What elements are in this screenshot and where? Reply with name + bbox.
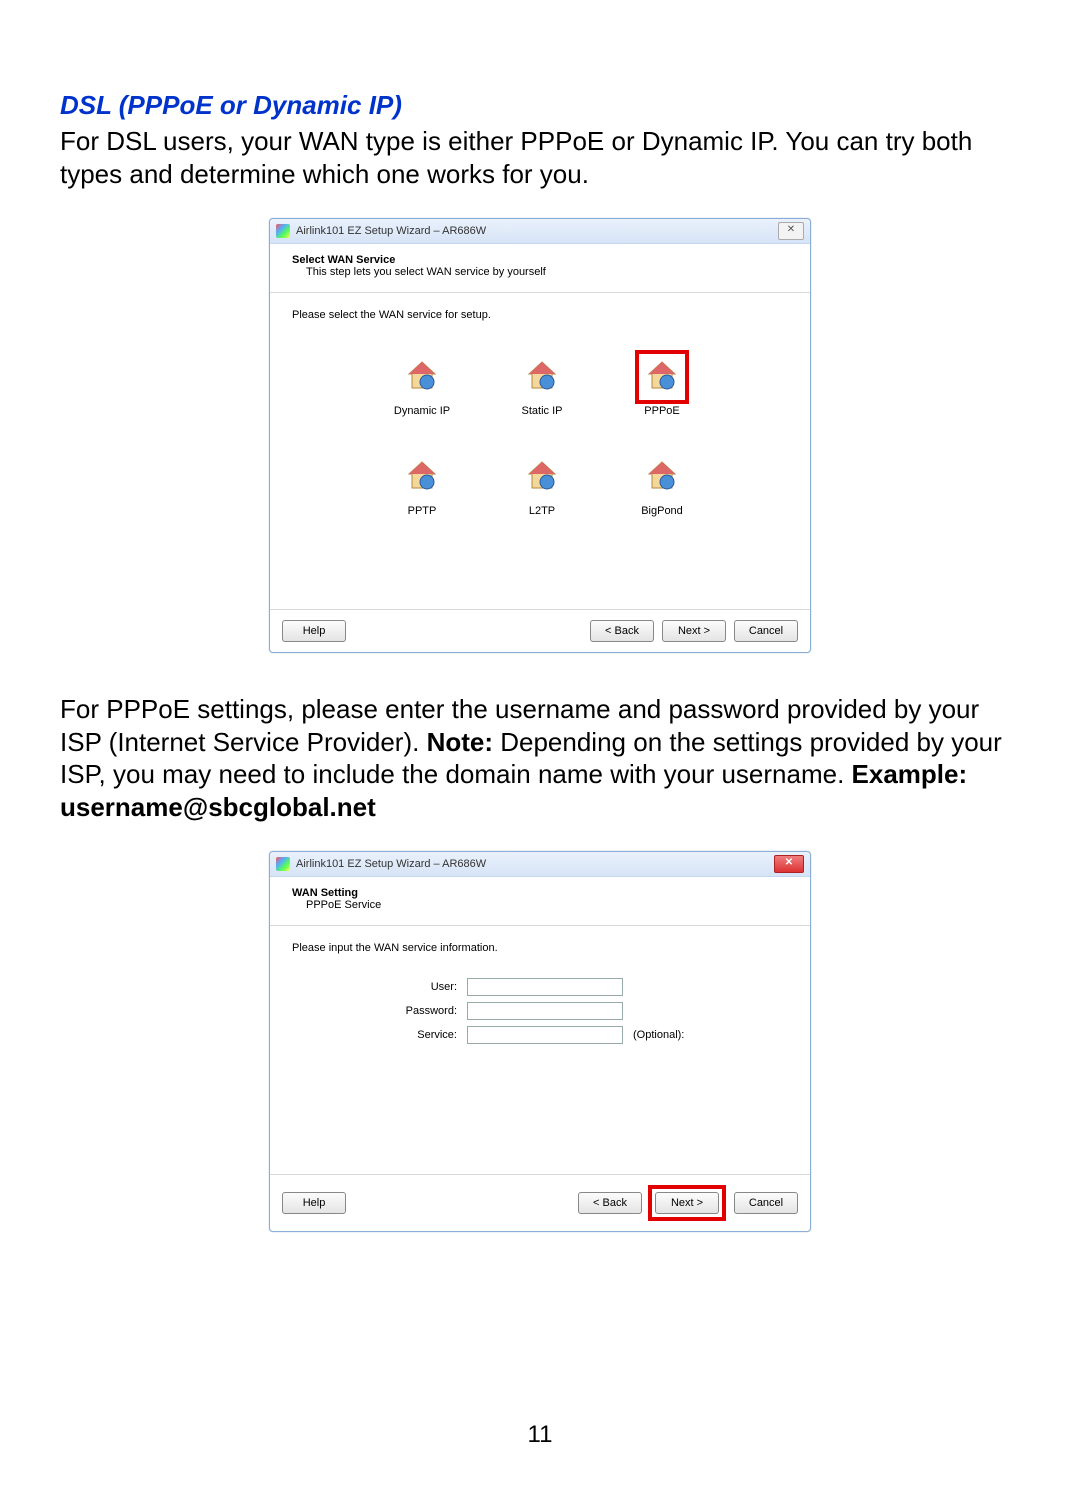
wan-option-pptp[interactable]: PPTP: [362, 449, 482, 549]
cancel-button[interactable]: Cancel: [734, 1192, 798, 1214]
house-globe-icon: [640, 455, 684, 499]
window-title: Airlink101 EZ Setup Wizard – AR686W: [296, 225, 486, 237]
wizard-footer: Help < Back Next > Cancel: [270, 609, 810, 652]
wizard-prompt: Please input the WAN service information…: [292, 942, 792, 954]
wan-option-label: L2TP: [482, 505, 602, 517]
window-title: Airlink101 EZ Setup Wizard – AR686W: [296, 858, 486, 870]
wizard-wan-setting: Airlink101 EZ Setup Wizard – AR686W ✕ WA…: [269, 851, 811, 1232]
service-optional-label: (Optional):: [633, 1029, 684, 1041]
house-globe-icon: [400, 455, 444, 499]
intro-paragraph: For DSL users, your WAN type is either P…: [60, 125, 1020, 190]
wan-option-label: PPTP: [362, 505, 482, 517]
wan-option-label: PPPoE: [602, 405, 722, 417]
help-button[interactable]: Help: [282, 1192, 346, 1214]
password-label: Password:: [292, 1005, 467, 1017]
section-title: DSL (PPPoE or Dynamic IP): [60, 90, 1020, 121]
next-button-highlight: Next >: [648, 1185, 726, 1221]
wan-option-bigpond[interactable]: BigPond: [602, 449, 722, 549]
service-label: Service:: [292, 1029, 467, 1041]
wan-option-l2tp[interactable]: L2TP: [482, 449, 602, 549]
house-globe-icon: [520, 455, 564, 499]
close-button[interactable]: ✕: [774, 855, 804, 873]
back-button[interactable]: < Back: [590, 620, 654, 642]
wizard-header-title: WAN Setting: [292, 887, 792, 899]
page-number: 11: [0, 1421, 1080, 1449]
wan-option-label: Dynamic IP: [362, 405, 482, 417]
app-icon: [276, 224, 290, 238]
wizard-body: Please select the WAN service for setup.…: [270, 293, 810, 609]
wizard-footer: Help < Back Next > Cancel: [270, 1174, 810, 1231]
cancel-button[interactable]: Cancel: [734, 620, 798, 642]
wizard-header-title: Select WAN Service: [292, 254, 792, 266]
titlebar: Airlink101 EZ Setup Wizard – AR686W ✕: [270, 852, 810, 877]
user-input[interactable]: [467, 978, 623, 996]
titlebar: Airlink101 EZ Setup Wizard – AR686W ✕: [270, 219, 810, 244]
close-button[interactable]: ✕: [778, 222, 804, 240]
pppoe-paragraph: For PPPoE settings, please enter the use…: [60, 693, 1020, 823]
app-icon: [276, 857, 290, 871]
wizard-prompt: Please select the WAN service for setup.: [292, 309, 792, 321]
wan-option-label: BigPond: [602, 505, 722, 517]
next-button[interactable]: Next >: [662, 620, 726, 642]
wan-option-dynamic-ip[interactable]: Dynamic IP: [362, 349, 482, 449]
wan-option-label: Static IP: [482, 405, 602, 417]
house-globe-icon: [520, 355, 564, 399]
note-label: Note:: [427, 727, 501, 757]
wan-option-pppoe[interactable]: PPPoE: [602, 349, 722, 449]
wizard-select-wan: Airlink101 EZ Setup Wizard – AR686W ✕ Se…: [269, 218, 811, 653]
wizard-header-subtitle: PPPoE Service: [306, 899, 792, 911]
back-button[interactable]: < Back: [578, 1192, 642, 1214]
wan-option-static-ip[interactable]: Static IP: [482, 349, 602, 449]
wizard-header-subtitle: This step lets you select WAN service by…: [306, 266, 792, 278]
help-button[interactable]: Help: [282, 620, 346, 642]
house-globe-icon: [640, 355, 684, 399]
wizard-header: Select WAN Service This step lets you se…: [270, 244, 810, 293]
wizard-header: WAN Setting PPPoE Service: [270, 877, 810, 926]
password-input[interactable]: [467, 1002, 623, 1020]
next-button[interactable]: Next >: [655, 1192, 719, 1214]
service-input[interactable]: [467, 1026, 623, 1044]
user-label: User:: [292, 981, 467, 993]
wizard-body: Please input the WAN service information…: [270, 926, 810, 1174]
house-globe-icon: [400, 355, 444, 399]
